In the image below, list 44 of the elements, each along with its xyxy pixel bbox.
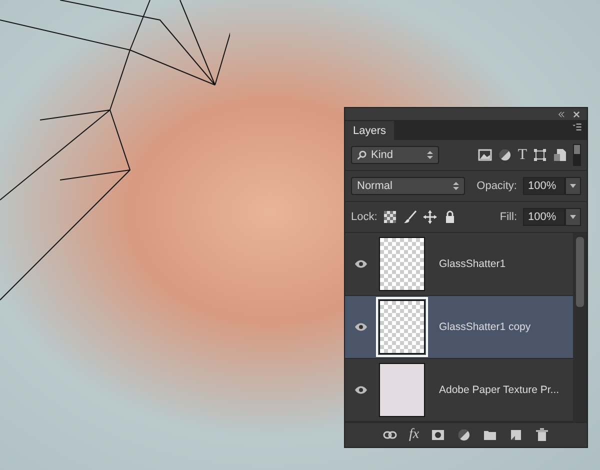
move-arrows-icon[interactable] [423, 210, 438, 224]
transform-box-icon[interactable] [533, 148, 547, 162]
menu-icon[interactable] [571, 122, 583, 132]
folder-icon[interactable] [483, 428, 498, 442]
eye-icon[interactable] [354, 385, 368, 395]
updown-icon [427, 150, 433, 160]
eye-icon[interactable] [354, 259, 368, 269]
layer-name: Adobe Paper Texture Pr... [439, 384, 560, 396]
lock-label: Lock: [351, 211, 378, 223]
search-icon [357, 150, 367, 160]
scrollbar[interactable] [573, 233, 587, 422]
image-filter-icon[interactable] [478, 148, 492, 162]
layer-row[interactable]: GlassShatter1 copy [345, 296, 573, 359]
text-filter-icon[interactable]: T [518, 146, 527, 164]
brush-icon[interactable] [403, 210, 418, 224]
effects-button[interactable]: fx [408, 427, 420, 443]
checkerboard-icon[interactable] [383, 210, 398, 224]
blend-mode-dropdown[interactable]: Normal [351, 177, 465, 195]
new-layer-icon[interactable] [509, 428, 524, 442]
layer-thumbnail [379, 237, 425, 291]
opacity-dropdown-button[interactable] [565, 177, 581, 195]
filter-dropdown[interactable]: Kind [351, 146, 439, 164]
layer-name: GlassShatter1 [439, 258, 506, 270]
layer-thumbnail [379, 363, 425, 417]
mask-icon[interactable] [431, 428, 446, 442]
document-icon[interactable] [553, 148, 567, 162]
fill-label: Fill: [500, 211, 517, 223]
layers-tab[interactable]: Layers [345, 121, 394, 140]
layer-thumbnail [379, 300, 425, 354]
caret-icon [570, 184, 576, 188]
trash-icon[interactable] [535, 428, 550, 442]
half-circle-icon[interactable] [457, 428, 472, 442]
opacity-field[interactable]: 100% [523, 177, 565, 195]
updown-icon [452, 181, 459, 191]
opacity-label: Opacity: [476, 180, 517, 192]
layer-name: GlassShatter1 copy [439, 321, 531, 333]
half-circle-icon[interactable] [498, 148, 512, 162]
eye-icon[interactable] [354, 322, 368, 332]
fill-dropdown-button[interactable] [565, 208, 581, 226]
close-icon[interactable] [572, 110, 581, 118]
caret-icon [570, 215, 576, 219]
collapse-icon[interactable] [557, 110, 566, 118]
filter-toggle-icon[interactable] [573, 144, 581, 166]
fill-field[interactable]: 100% [523, 208, 565, 226]
